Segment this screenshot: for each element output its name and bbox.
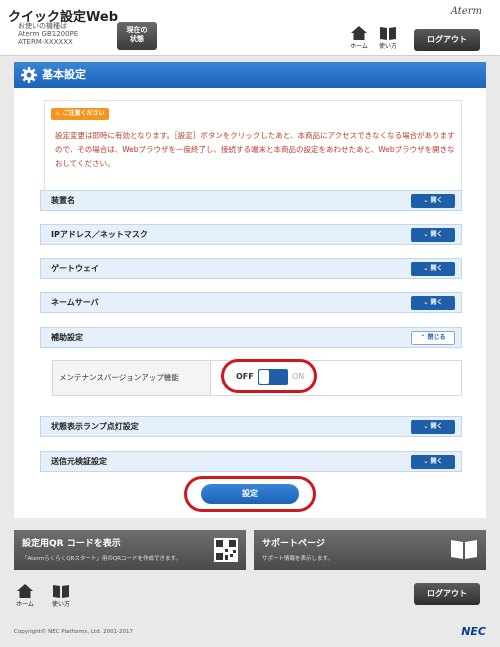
logout-button[interactable]: ログアウト (414, 29, 480, 51)
nec-logo: NEC (461, 625, 486, 638)
device-name: ATERM-XXXXXX (18, 38, 73, 46)
highlight-ring: 設定 (184, 476, 316, 512)
qr-card-subtitle: 「AtermらくらくQRスタート」用のQRコードを作成できます。 (22, 556, 181, 562)
expand-button[interactable]: ⌄ 開く (411, 228, 455, 242)
highlight-ring: OFF ON (221, 359, 317, 393)
submit-button[interactable]: 設定 (201, 484, 299, 504)
section-device-name[interactable]: 装置名 ⌄ 開く (40, 190, 462, 211)
maintenance-label: メンテナンスバージョンアップ機能 (53, 361, 211, 395)
device-label: お使いの機種は (18, 22, 67, 30)
expand-button[interactable]: ⌄ 開く (411, 194, 455, 208)
chevron-down-icon: ⌄ (423, 197, 431, 204)
support-card-subtitle: サポート情報を表示します。 (262, 556, 333, 562)
section-label: 状態表示ランプ点灯設定 (51, 422, 139, 431)
home-label: ホーム (350, 43, 368, 50)
footer-nav: ホーム 使い方 ログアウト (0, 578, 500, 618)
book-icon (451, 540, 477, 559)
notice-badge: ⚠ ご注意ください (51, 108, 110, 120)
expand-button[interactable]: ⌄ 開く (411, 455, 455, 469)
section-gateway[interactable]: ゲートウェイ ⌄ 開く (40, 258, 462, 279)
chevron-down-icon: ⌄ (423, 299, 431, 306)
device-model: Aterm GB1200PE (18, 30, 79, 38)
chevron-down-icon: ⌄ (423, 265, 431, 272)
expand-button[interactable]: ⌄ 開く (411, 262, 455, 276)
notice-badge-label: ご注意ください (62, 110, 105, 117)
section-label: 装置名 (51, 196, 75, 205)
maintenance-setting-row: メンテナンスバージョンアップ機能 OFF ON (52, 359, 462, 396)
expand-label: 開く (430, 265, 443, 272)
expand-label: 開く (430, 299, 443, 306)
section-label: 補助設定 (51, 333, 83, 342)
expand-label: 開く (430, 231, 443, 238)
qr-code-icon (214, 538, 238, 562)
current-status-button[interactable]: 現在の 状態 (117, 22, 157, 50)
qr-code-card[interactable]: 設定用QR コードを表示 「AtermらくらくQRスタート」用のQRコードを作成… (14, 530, 246, 570)
notice-box: ⚠ ご注意ください 設定変更は即時に有効となります。［設定］ボタンをクリックした… (44, 100, 462, 202)
panel-title-text: 基本設定 (42, 68, 86, 81)
book-icon (380, 27, 396, 40)
header: クイック設定Web お使いの機種は Aterm GB1200PE ATERM-X… (0, 0, 500, 56)
device-info: お使いの機種は Aterm GB1200PE ATERM-XXXXXX (18, 22, 78, 46)
home-button[interactable]: ホーム (346, 26, 372, 50)
chevron-down-icon: ⌄ (423, 423, 431, 430)
expand-label: 開く (430, 197, 443, 204)
chevron-down-icon: ⌄ (423, 231, 431, 238)
expand-label: 開く (430, 458, 443, 465)
section-label: ゲートウェイ (51, 264, 99, 273)
toggle-track[interactable] (258, 369, 288, 385)
copyright: Copyright© NEC Platforms, Ltd. 2001-2017 (14, 629, 134, 635)
section-label: ネームサーバ (51, 298, 99, 307)
panel-title: 基本設定 (14, 62, 486, 88)
home-icon (351, 26, 367, 40)
support-card-title: サポートページ (262, 539, 325, 549)
collapse-button[interactable]: ⌃ 閉じる (411, 331, 455, 345)
help-button[interactable]: 使い方 (375, 26, 401, 50)
section-source-validation[interactable]: 送信元検証設定 ⌄ 開く (40, 451, 462, 472)
maintenance-toggle[interactable]: OFF ON (236, 369, 304, 385)
footer-logout-button[interactable]: ログアウト (414, 583, 480, 605)
qr-card-title: 設定用QR コードを表示 (22, 539, 121, 549)
brand-logo: Aterm (450, 6, 482, 17)
notice-text: 設定変更は即時に有効となります。［設定］ボタンをクリックしたあと、本商品にアクセ… (55, 131, 455, 168)
help-label: 使い方 (378, 43, 397, 50)
home-icon (17, 584, 33, 598)
expand-label: 開く (430, 423, 443, 430)
on-label: ON (292, 372, 305, 381)
section-ip-address[interactable]: IPアドレス／ネットマスク ⌄ 開く (40, 224, 462, 245)
section-label: IPアドレス／ネットマスク (51, 230, 148, 239)
section-auxiliary[interactable]: 補助設定 ⌃ 閉じる (40, 327, 462, 348)
off-label: OFF (236, 372, 254, 381)
book-icon (53, 585, 69, 598)
home-label: ホーム (16, 601, 34, 608)
footer-help-button[interactable]: 使い方 (48, 584, 74, 608)
expand-button[interactable]: ⌄ 開く (411, 296, 455, 310)
main-panel: 基本設定 ⚠ ご注意ください 設定変更は即時に有効となります。［設定］ボタンをク… (14, 62, 486, 518)
toggle-knob[interactable] (259, 370, 269, 384)
section-status-lamp[interactable]: 状態表示ランプ点灯設定 ⌄ 開く (40, 416, 462, 437)
section-name-server[interactable]: ネームサーバ ⌄ 開く (40, 292, 462, 313)
support-page-card[interactable]: サポートページ サポート情報を表示します。 (254, 530, 486, 570)
chevron-down-icon: ⌄ (423, 458, 431, 465)
expand-button[interactable]: ⌄ 開く (411, 420, 455, 434)
footer-home-button[interactable]: ホーム (12, 584, 38, 608)
section-label: 送信元検証設定 (51, 457, 107, 466)
gear-icon (21, 67, 37, 83)
chevron-up-icon: ⌃ (420, 334, 428, 341)
collapse-label: 閉じる (427, 334, 446, 341)
help-label: 使い方 (51, 601, 70, 608)
